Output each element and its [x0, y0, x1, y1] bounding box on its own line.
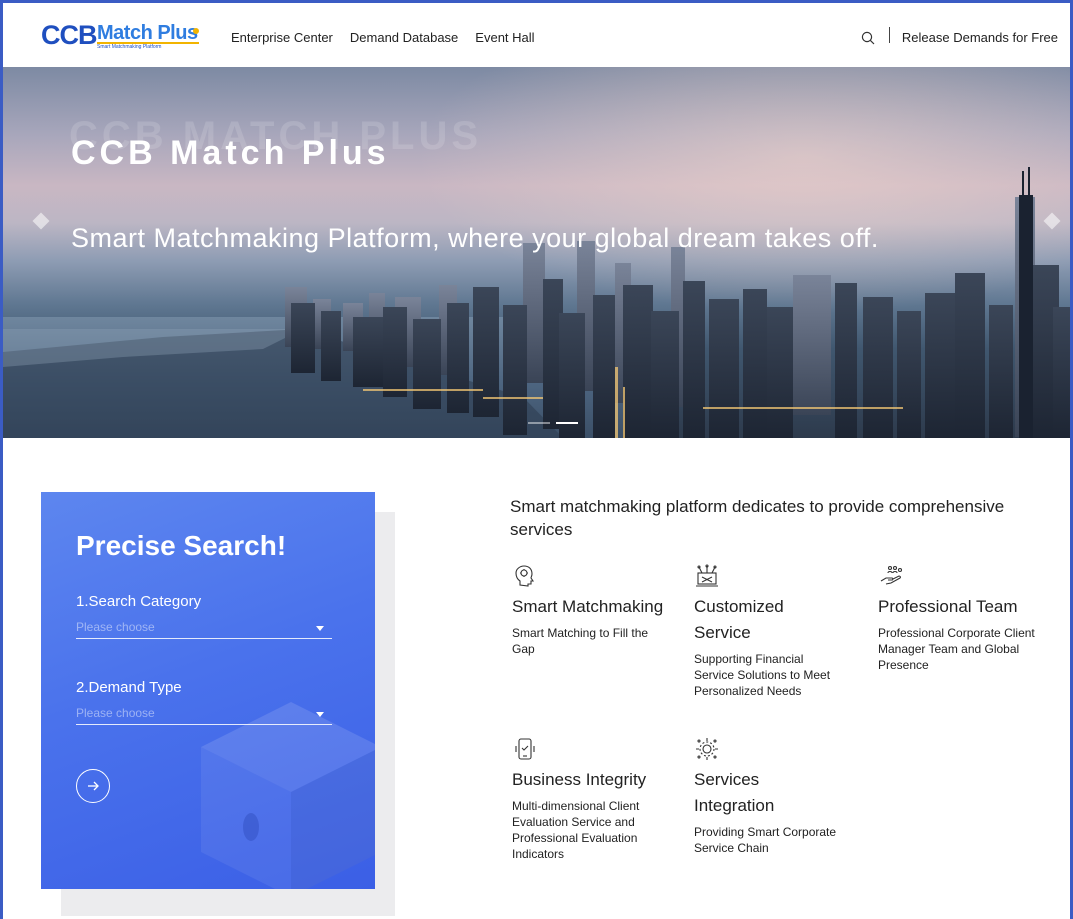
- service-title: Customized Service: [694, 597, 784, 642]
- hand-people-icon: [880, 565, 903, 585]
- demand-type-label: 2.Demand Type: [76, 679, 182, 696]
- release-demands-link[interactable]: Release Demands for Free: [902, 30, 1058, 45]
- search-icon[interactable]: [861, 31, 875, 45]
- service-title: Services Integration: [694, 770, 775, 815]
- service-desc: Smart Matching to Fill the Gap: [512, 626, 649, 656]
- service-title: Business Integrity: [512, 770, 647, 789]
- logo[interactable]: CCB Match Plus Smart Matchmaking Platfor…: [41, 20, 206, 55]
- carousel-dot[interactable]: [528, 422, 550, 424]
- nav-right: Release Demands for Free: [861, 26, 1058, 45]
- search-category-label: 1.Search Category: [76, 593, 202, 610]
- service-business-integrity: Business Integrity Multi-dimensional Cli…: [512, 736, 672, 862]
- network-laptop-icon: [696, 564, 718, 587]
- logo-ccb: CCB: [41, 20, 97, 50]
- search-category-placeholder: Please choose: [76, 620, 155, 634]
- precise-search-card: Precise Search! 1.Search Category Please…: [41, 492, 375, 889]
- chevron-down-icon: [316, 626, 324, 631]
- demand-type-placeholder: Please choose: [76, 706, 155, 720]
- search-submit-button[interactable]: [76, 769, 110, 803]
- service-title: Smart Matchmaking: [512, 597, 664, 616]
- brain-head-icon: [515, 565, 535, 587]
- service-title: Professional Team: [878, 597, 1018, 616]
- chevron-down-icon: [316, 712, 324, 717]
- search-category-select[interactable]: Please choose: [76, 617, 332, 639]
- logo-tagline: Smart Matchmaking Platform: [97, 42, 199, 50]
- top-nav: CCB Match Plus Smart Matchmaking Platfor…: [3, 3, 1070, 67]
- gear-network-icon: [696, 738, 718, 760]
- hero-subtitle: Smart Matchmaking Platform, where your g…: [71, 223, 879, 253]
- carousel-dot-active[interactable]: [556, 422, 578, 424]
- service-desc: Multi-dimensional Client Evaluation Serv…: [512, 799, 640, 861]
- hero-title: CCB Match Plus: [71, 134, 390, 172]
- nav-link-enterprise-center[interactable]: Enterprise Center: [231, 30, 333, 45]
- arrow-right-icon: [88, 781, 99, 791]
- service-smart-matchmaking: Smart Matchmaking Smart Matching to Fill…: [512, 563, 672, 657]
- nav-divider: [888, 26, 890, 43]
- nav-links: Enterprise Center Demand Database Event …: [231, 30, 535, 45]
- phone-check-icon: [515, 738, 535, 760]
- hero-banner: CCB MATCH PLUS CCB Match Plus Smart Matc…: [3, 67, 1070, 438]
- card-title: Precise Search!: [76, 530, 287, 561]
- service-services-integration: Services Integration Providing Smart Cor…: [694, 736, 842, 856]
- service-customized-service: Customized Service Supporting Financial …: [694, 563, 842, 699]
- service-desc: Professional Corporate Client Manager Te…: [878, 626, 1035, 672]
- carousel-dots: [528, 422, 578, 424]
- service-professional-team: Professional Team Professional Corporate…: [878, 563, 1048, 673]
- service-desc: Providing Smart Corporate Service Chain: [694, 825, 837, 855]
- nav-link-event-hall[interactable]: Event Hall: [475, 30, 534, 45]
- demand-type-select[interactable]: Please choose: [76, 703, 332, 725]
- service-desc: Supporting Financial Service Solutions t…: [694, 652, 831, 698]
- services-heading: Smart matchmaking platform dedicates to …: [510, 497, 1005, 539]
- nav-link-demand-database[interactable]: Demand Database: [350, 30, 458, 45]
- logo-dot: [193, 28, 199, 34]
